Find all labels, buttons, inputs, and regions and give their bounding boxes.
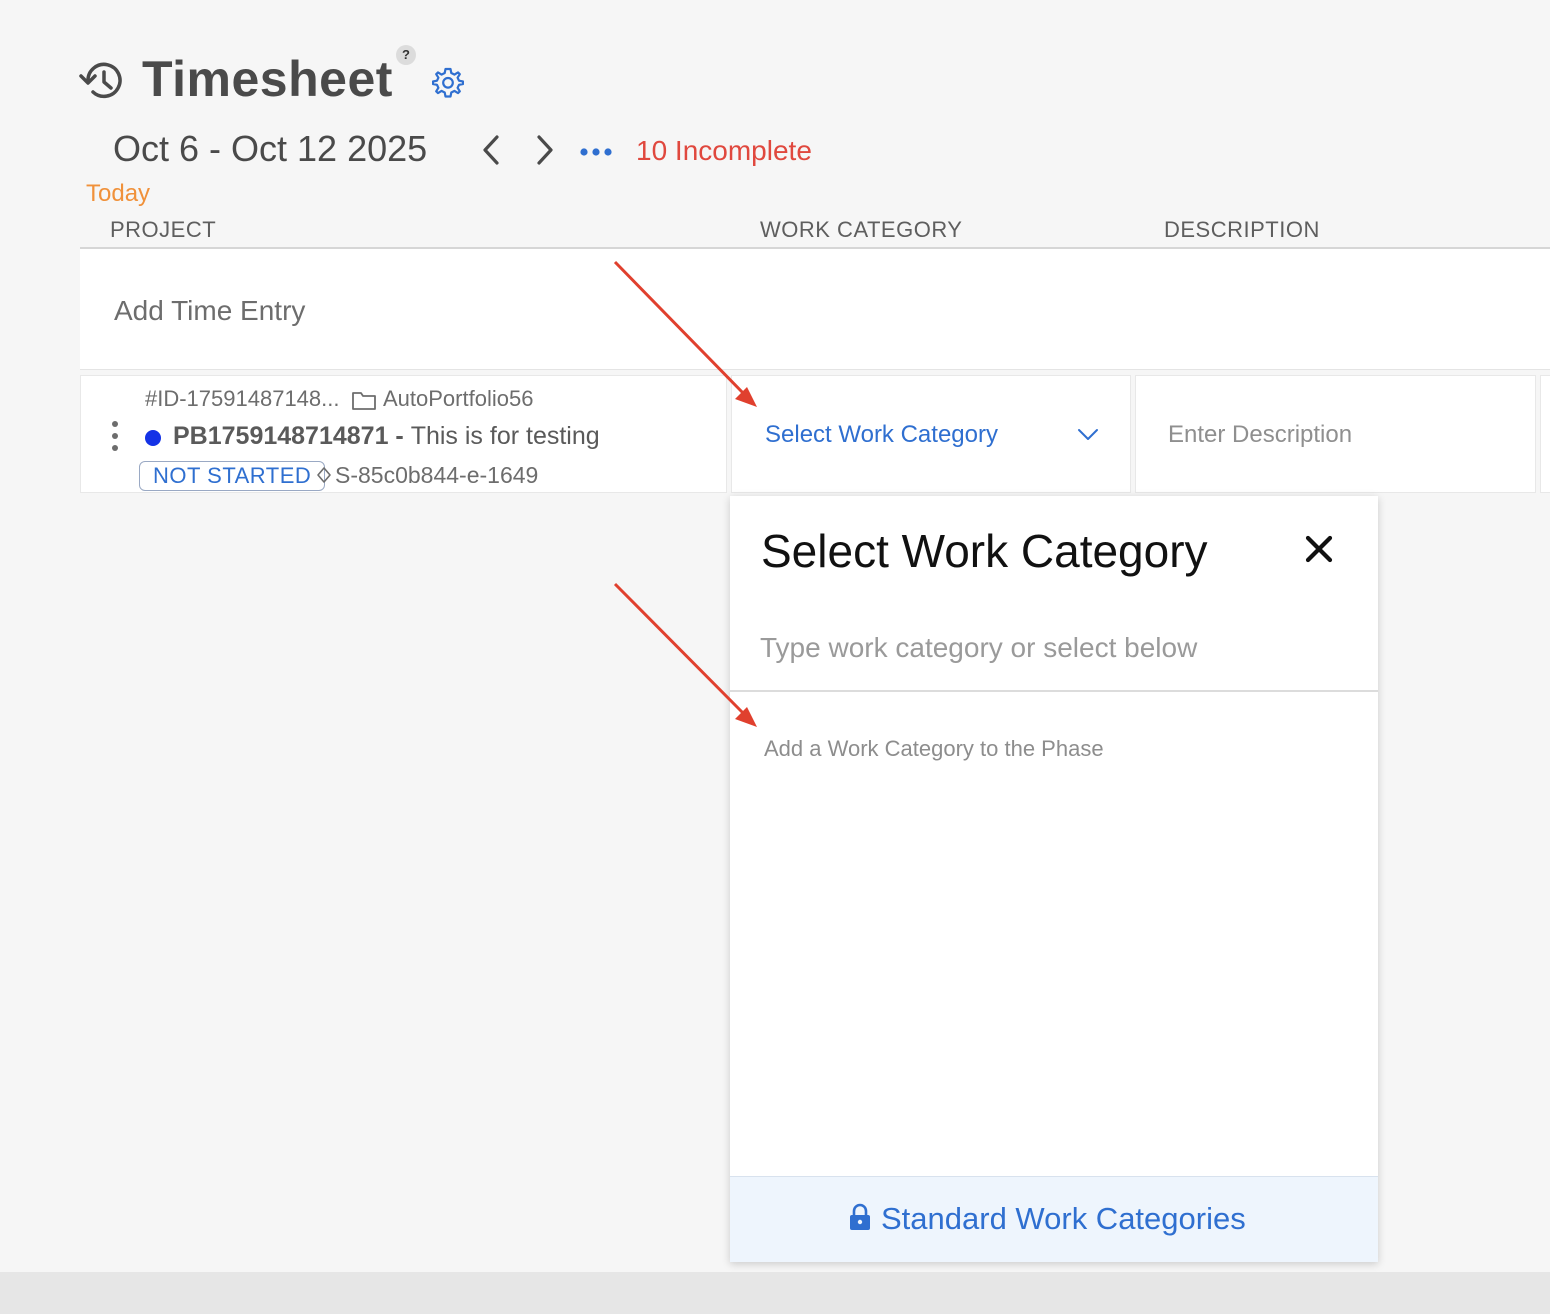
column-header-project: PROJECT (110, 217, 217, 242)
folder-icon (352, 392, 376, 410)
status-badge[interactable]: NOT STARTED (139, 461, 326, 491)
date-range: Oct 6 - Oct 12 2025 (113, 128, 428, 169)
history-icon (79, 62, 122, 99)
chevron-right-icon[interactable] (528, 130, 562, 170)
empty-state-message: Add a Work Category to the Phase (764, 736, 1104, 761)
column-header-description: DESCRIPTION (1164, 217, 1320, 242)
next-column-cell (1540, 375, 1550, 493)
standard-work-categories-button[interactable]: Standard Work Categories (730, 1176, 1378, 1262)
add-time-entry-row[interactable]: Add Time Entry (80, 249, 1550, 370)
work-category-value: Select Work Category (765, 421, 998, 448)
work-category-select[interactable]: Select Work Category (731, 375, 1131, 493)
entry-id: #ID-17591487148... (145, 386, 340, 411)
more-icon[interactable] (578, 140, 616, 164)
diamond-icon (317, 467, 331, 483)
lock-icon (850, 1203, 870, 1230)
work-category-search-input[interactable] (760, 624, 1348, 672)
project-code: PB1759148714871 (173, 422, 389, 450)
today-link[interactable]: Today (86, 180, 150, 208)
help-icon[interactable]: ? (396, 45, 416, 65)
column-header-work-category: WORK CATEGORY (760, 217, 963, 242)
phase-id[interactable]: S-85c0b844-e-1649 (335, 462, 538, 489)
chevron-down-icon (1078, 429, 1098, 440)
project-color-dot (145, 430, 161, 446)
gear-icon[interactable] (432, 66, 464, 98)
description-field[interactable]: Enter Description (1135, 375, 1536, 493)
project-cell: #ID-17591487148... AutoPortfolio56 PB175… (80, 375, 727, 493)
incomplete-count-link[interactable]: 10 Incomplete (636, 135, 812, 167)
bottom-strip (0, 1272, 1550, 1314)
dropdown-divider (730, 690, 1378, 692)
page-title: Timesheet (142, 51, 393, 107)
description-placeholder: Enter Description (1168, 421, 1353, 448)
work-category-dropdown: Select Work Category Add a Work Category… (730, 496, 1378, 1262)
chevron-left-icon[interactable] (474, 130, 508, 170)
close-icon[interactable] (1304, 534, 1334, 564)
portfolio-name[interactable]: AutoPortfolio56 (383, 386, 533, 412)
add-time-entry-label: Add Time Entry (114, 295, 306, 326)
kebab-menu-icon[interactable] (110, 420, 120, 452)
dropdown-title: Select Work Category (761, 525, 1208, 577)
project-separator: - (388, 422, 411, 450)
standard-work-categories-label: Standard Work Categories (881, 1201, 1246, 1236)
project-title[interactable]: PB1759148714871 - This is for testing (173, 422, 600, 451)
project-description: This is for testing (410, 422, 600, 450)
